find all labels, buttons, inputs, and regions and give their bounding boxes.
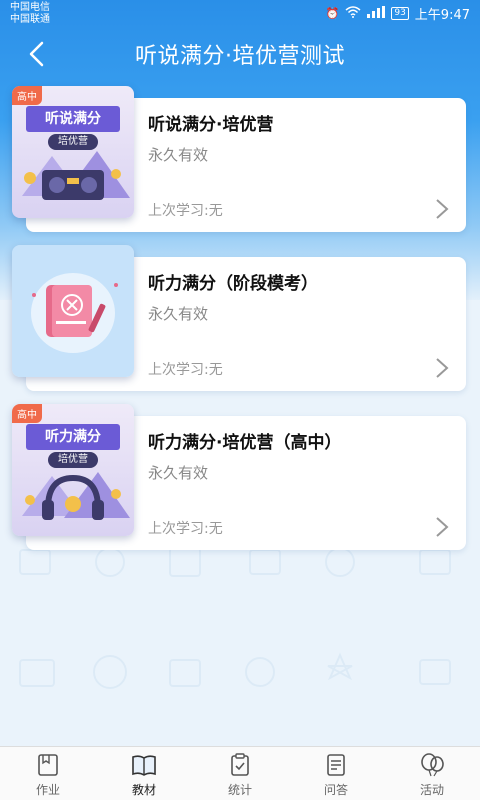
carrier-info: 中国电信 中国联通 bbox=[10, 2, 50, 26]
alarm-icon: ⏰ bbox=[325, 7, 340, 20]
app-header: 听说满分·培优营测试 bbox=[0, 30, 480, 78]
level-badge: 高中 bbox=[12, 404, 42, 423]
thumbnail-title: 听力满分 bbox=[26, 424, 120, 450]
nav-label-qa: 问答 bbox=[323, 783, 348, 797]
chevron-right-icon bbox=[436, 199, 449, 219]
course-card-1[interactable]: 听说满分 培优营 高中 听说满分·培优营 永久有效 上次学习:无 bbox=[12, 86, 466, 232]
course-title: 听说满分·培优营 bbox=[148, 115, 274, 135]
homework-icon bbox=[38, 754, 58, 776]
battery-indicator: 93 bbox=[391, 7, 409, 20]
nav-item-activity[interactable]: 活动 bbox=[384, 747, 480, 800]
qa-icon bbox=[327, 754, 345, 776]
nav-item-qa[interactable]: 问答 bbox=[288, 747, 384, 800]
nav-label-homework: 作业 bbox=[35, 783, 60, 797]
last-study: 上次学习:无 bbox=[148, 203, 223, 219]
bottom-nav: 作业 教材 统计 问答 活动 bbox=[0, 746, 480, 800]
course-title: 听力满分（阶段模考） bbox=[148, 274, 318, 294]
status-time: 上午9:47 bbox=[414, 8, 470, 23]
status-bar: 中国电信 中国联通 ⏰ 93 上午9:47 bbox=[0, 0, 480, 26]
thumbnail-tag: 培优营 bbox=[48, 452, 98, 468]
nav-item-textbook[interactable]: 教材 bbox=[96, 747, 192, 800]
course-title: 听力满分·培优营（高中） bbox=[148, 433, 342, 453]
course-validity: 永久有效 bbox=[148, 146, 209, 164]
course-thumbnail-1: 听说满分 培优营 高中 bbox=[12, 86, 134, 218]
course-thumbnail-3: 听力满分 培优营 高中 bbox=[12, 404, 134, 536]
nav-label-textbook: 教材 bbox=[131, 783, 156, 797]
nav-label-activity: 活动 bbox=[419, 783, 444, 797]
carrier-1: 中国电信 bbox=[10, 2, 50, 13]
chevron-right-icon bbox=[436, 517, 449, 537]
nav-item-homework[interactable]: 作业 bbox=[0, 747, 96, 800]
thumbnail-title: 听说满分 bbox=[26, 106, 120, 132]
last-study: 上次学习:无 bbox=[148, 521, 223, 537]
carrier-2: 中国联通 bbox=[10, 14, 50, 25]
signal-icon bbox=[367, 6, 386, 21]
course-validity: 永久有效 bbox=[148, 464, 209, 482]
page-title: 听说满分·培优营测试 bbox=[135, 44, 345, 69]
clipboard-icon bbox=[231, 753, 249, 776]
wifi-icon bbox=[345, 6, 361, 21]
course-cover-image bbox=[12, 245, 134, 377]
course-validity: 永久有效 bbox=[148, 305, 209, 323]
book-icon bbox=[132, 755, 156, 776]
last-study: 上次学习:无 bbox=[148, 362, 223, 378]
course-thumbnail-2 bbox=[12, 245, 134, 377]
balloon-icon bbox=[421, 753, 444, 777]
course-card-3[interactable]: 听力满分 培优营 高中 听力满分·培优营（高中） 永久有效 上次学习:无 bbox=[12, 404, 466, 550]
level-badge: 高中 bbox=[12, 86, 42, 105]
chevron-right-icon bbox=[436, 358, 449, 378]
nav-label-stats: 统计 bbox=[227, 783, 252, 797]
status-icons: ⏰ 93 上午9:47 bbox=[326, 4, 470, 23]
thumbnail-tag: 培优营 bbox=[48, 134, 98, 150]
course-card-2[interactable]: 听力满分（阶段模考） 永久有效 上次学习:无 bbox=[12, 245, 466, 391]
nav-item-stats[interactable]: 统计 bbox=[192, 747, 288, 800]
